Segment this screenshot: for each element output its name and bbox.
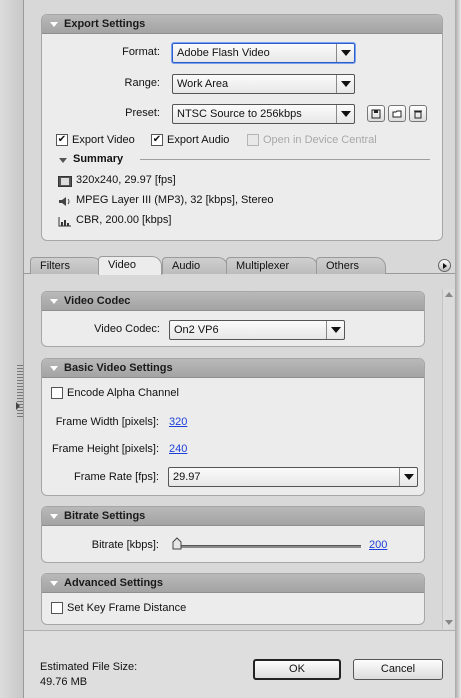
expand-arrow-icon[interactable] xyxy=(16,402,20,410)
trash-icon xyxy=(414,110,422,118)
basic-video-settings-title: Basic Video Settings xyxy=(64,361,173,374)
tab-audio-label: Audio xyxy=(172,260,201,272)
export-settings-dialog: Export Settings Format: Adobe Flash Vide… xyxy=(24,0,455,698)
preset-dropdown[interactable]: NTSC Source to 256kbps xyxy=(172,104,355,124)
import-preset-button[interactable] xyxy=(388,105,406,122)
format-value: Adobe Flash Video xyxy=(177,47,270,59)
video-codec-value: On2 VP6 xyxy=(174,324,219,336)
tab-multiplexer[interactable]: Multiplexer xyxy=(226,257,318,274)
summary-title: Summary xyxy=(73,153,124,165)
export-audio-label: Export Audio xyxy=(167,134,230,146)
summary-divider xyxy=(140,159,430,160)
play-arrow-icon xyxy=(443,262,447,269)
tab-video[interactable]: Video xyxy=(98,256,162,275)
preset-value: NTSC Source to 256kbps xyxy=(177,108,302,120)
range-dropdown[interactable]: Work Area xyxy=(172,74,355,94)
bitrate-slider-track[interactable] xyxy=(173,545,361,548)
speaker-icon xyxy=(59,197,70,206)
tab-filters[interactable]: Filters xyxy=(30,257,102,274)
video-codec-label: Video Codec: xyxy=(94,323,160,335)
format-dropdown[interactable]: Adobe Flash Video xyxy=(172,43,355,63)
chevron-down-icon xyxy=(336,75,354,93)
export-audio-checkbox[interactable]: ✔ xyxy=(151,134,163,146)
dialog-footer: Estimated File Size: 49.76 MB OK Cancel xyxy=(24,630,455,698)
range-value: Work Area xyxy=(177,78,229,90)
format-label: Format: xyxy=(122,46,160,58)
save-icon xyxy=(371,109,381,118)
ok-button[interactable]: OK xyxy=(253,659,341,680)
frame-height-value[interactable]: 240 xyxy=(169,443,187,455)
tab-others-label: Others xyxy=(326,260,360,272)
tab-others[interactable]: Others xyxy=(316,257,386,274)
video-codec-title: Video Codec xyxy=(64,294,131,307)
encode-alpha-label: Encode Alpha Channel xyxy=(67,387,179,399)
summary-collapse-icon[interactable] xyxy=(59,158,67,163)
export-settings-title: Export Settings xyxy=(64,17,146,30)
frame-rate-value: 29.97 xyxy=(173,471,201,483)
chevron-down-icon xyxy=(326,321,344,339)
chevron-down-icon xyxy=(336,44,354,62)
collapse-triangle-icon xyxy=(50,513,58,519)
window-shadow xyxy=(455,0,461,698)
collapse-triangle-icon xyxy=(50,298,58,304)
export-video-checkbox[interactable]: ✔ xyxy=(56,134,68,146)
slider-thumb-icon xyxy=(172,537,182,550)
export-settings-panel: Export Settings Format: Adobe Flash Vide… xyxy=(41,14,443,241)
scroll-down-icon[interactable] xyxy=(445,620,453,625)
video-codec-panel: Video Codec Video Codec: On2 VP6 xyxy=(41,291,425,347)
summary-bitrate: CBR, 200.00 [kbps] xyxy=(76,214,172,226)
tab-filters-label: Filters xyxy=(40,260,70,272)
open-device-central-label: Open in Device Central xyxy=(263,134,377,146)
encode-alpha-checkbox[interactable] xyxy=(51,387,63,399)
video-codec-dropdown[interactable]: On2 VP6 xyxy=(169,320,345,340)
range-label: Range: xyxy=(124,77,160,89)
bitrate-value[interactable]: 200 xyxy=(369,539,387,551)
export-settings-header[interactable]: Export Settings xyxy=(42,15,442,34)
tab-menu-button[interactable] xyxy=(438,259,451,272)
vertical-scrollbar[interactable] xyxy=(442,289,454,629)
bitrate-graph-icon xyxy=(58,217,71,227)
film-icon xyxy=(58,176,72,187)
video-codec-header[interactable]: Video Codec xyxy=(42,292,424,311)
preset-label: Preset: xyxy=(125,107,160,119)
set-key-frame-checkbox[interactable] xyxy=(51,602,63,614)
bitrate-settings-panel: Bitrate Settings Bitrate [kbps]: 200 xyxy=(41,506,425,563)
folder-icon xyxy=(392,110,402,117)
collapse-triangle-icon xyxy=(50,580,58,586)
advanced-settings-panel: Advanced Settings Set Key Frame Distance xyxy=(41,573,425,625)
delete-preset-button[interactable] xyxy=(409,105,427,122)
tab-bar: Filters Video Audio Multiplexer Others xyxy=(24,256,455,275)
summary-video: 320x240, 29.97 [fps] xyxy=(76,174,176,186)
chevron-down-icon xyxy=(336,105,354,123)
tab-video-label: Video xyxy=(108,259,136,271)
chevron-down-icon xyxy=(399,468,417,486)
frame-rate-label: Frame Rate [fps]: xyxy=(74,471,159,483)
frame-width-value[interactable]: 320 xyxy=(169,416,187,428)
summary-audio: MPEG Layer III (MP3), 32 [kbps], Stereo xyxy=(76,194,274,206)
save-preset-button[interactable] xyxy=(367,105,385,122)
estimated-file-size-value: 49.76 MB xyxy=(40,676,88,688)
set-key-frame-label: Set Key Frame Distance xyxy=(67,602,187,614)
bitrate-settings-title: Bitrate Settings xyxy=(64,509,146,522)
frame-width-label: Frame Width [pixels]: xyxy=(55,416,159,428)
advanced-settings-header[interactable]: Advanced Settings xyxy=(42,574,424,593)
estimated-file-size-label: Estimated File Size: xyxy=(40,661,138,673)
scroll-up-icon[interactable] xyxy=(445,292,453,297)
basic-video-settings-panel: Basic Video Settings Encode Alpha Channe… xyxy=(41,358,425,496)
collapse-triangle-icon xyxy=(50,21,58,27)
tab-audio[interactable]: Audio xyxy=(162,257,228,274)
cancel-button[interactable]: Cancel xyxy=(353,659,443,680)
collapse-triangle-icon xyxy=(50,365,58,371)
frame-height-label: Frame Height [pixels]: xyxy=(52,443,159,455)
open-device-central-checkbox xyxy=(247,134,259,146)
basic-video-settings-header[interactable]: Basic Video Settings xyxy=(42,359,424,378)
tab-multiplexer-label: Multiplexer xyxy=(236,260,290,272)
advanced-settings-title: Advanced Settings xyxy=(64,576,164,589)
left-gutter xyxy=(0,0,24,698)
export-video-label: Export Video xyxy=(72,134,135,146)
bitrate-slider-thumb[interactable] xyxy=(172,537,182,550)
frame-rate-dropdown[interactable]: 29.97 xyxy=(168,467,418,487)
bitrate-settings-header[interactable]: Bitrate Settings xyxy=(42,507,424,526)
bitrate-label: Bitrate [kbps]: xyxy=(91,539,159,551)
